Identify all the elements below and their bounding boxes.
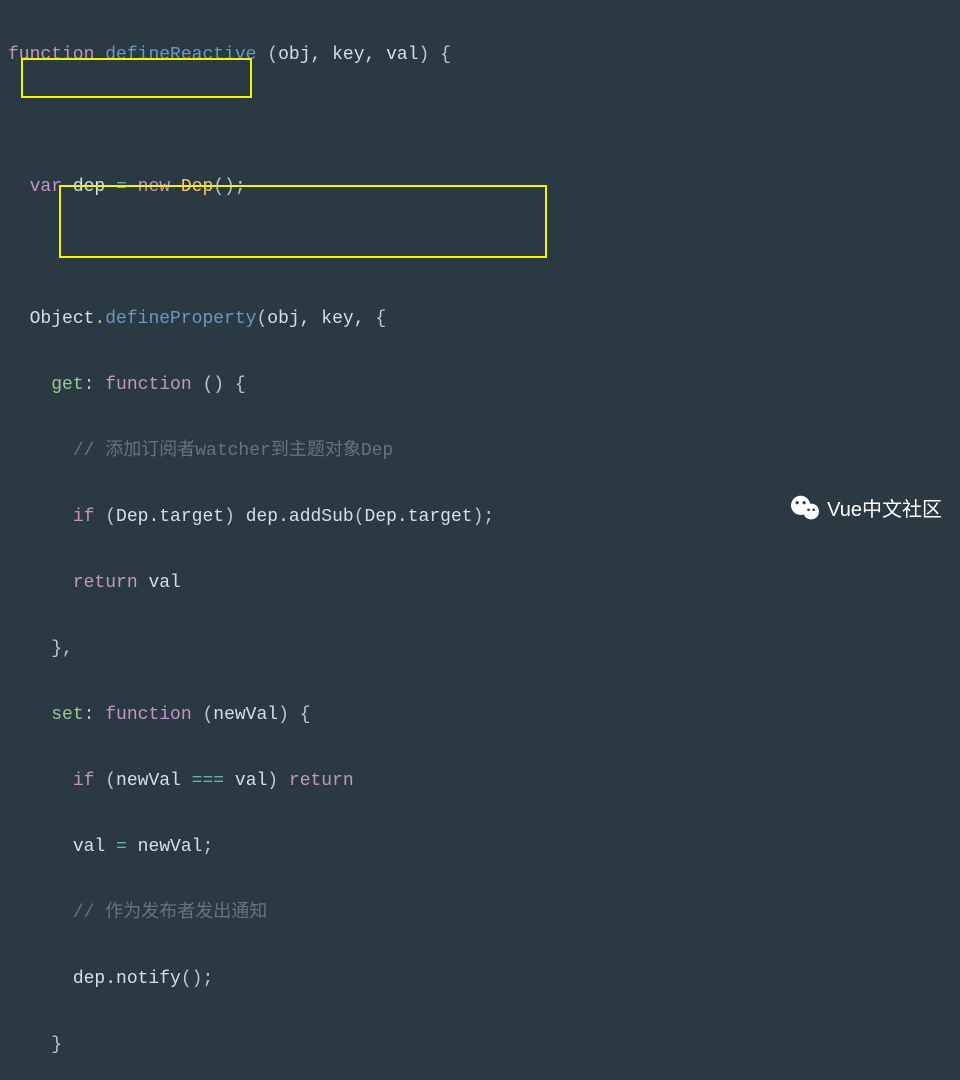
call-addsub: dep.addSub: [246, 507, 354, 527]
code-line-8: if (Dep.target) dep.addSub(Dep.target);: [8, 501, 952, 534]
code-line-14: // 作为发布者发出通知: [8, 897, 952, 930]
operator-assign: =: [116, 177, 127, 197]
code-line-16: }: [8, 1029, 952, 1062]
call-notify: dep.notify: [73, 969, 181, 989]
keyword-return: return: [289, 771, 354, 791]
comment-notify: // 作为发布者发出通知: [73, 903, 267, 923]
operator-assign: =: [116, 837, 127, 857]
ident-val: val: [73, 837, 105, 857]
keyword-new: new: [138, 177, 170, 197]
code-line-3: var dep = new Dep();: [8, 171, 952, 204]
params: obj, key, val: [278, 45, 418, 65]
keyword-var: var: [30, 177, 62, 197]
operator-eq: ===: [192, 771, 224, 791]
arg-dep-target: Dep.target: [365, 507, 473, 527]
code-block: function defineReactive (obj, key, val) …: [0, 0, 960, 1080]
comment-watcher: // 添加订阅者watcher到主题对象Dep: [73, 441, 393, 461]
identifier-object: Object: [30, 309, 95, 329]
ident-newval: newVal: [138, 837, 203, 857]
prop-set: set: [51, 705, 83, 725]
code-line-blank: [8, 105, 952, 138]
keyword-function: function: [105, 375, 191, 395]
code-line-11: set: function (newVal) {: [8, 699, 952, 732]
code-line-9: return val: [8, 567, 952, 600]
args: obj, key,: [267, 309, 375, 329]
cond-dep-target: Dep.target: [116, 507, 224, 527]
code-line-1: function defineReactive (obj, key, val) …: [8, 39, 952, 72]
code-line-12: if (newVal === val) return: [8, 765, 952, 798]
identifier-val: val: [148, 573, 180, 593]
keyword-if: if: [73, 771, 95, 791]
code-line-7: // 添加订阅者watcher到主题对象Dep: [8, 435, 952, 468]
type-dep: Dep: [181, 177, 213, 197]
ident-newval: newVal: [116, 771, 181, 791]
ident-val: val: [235, 771, 267, 791]
prop-get: get: [51, 375, 83, 395]
function-name: defineReactive: [105, 45, 256, 65]
code-line-blank: [8, 237, 952, 270]
keyword-function: function: [105, 705, 191, 725]
keyword-return: return: [73, 573, 138, 593]
param-newval: newVal: [213, 705, 278, 725]
code-line-10: },: [8, 633, 952, 666]
code-line-15: dep.notify();: [8, 963, 952, 996]
keyword-if: if: [73, 507, 95, 527]
code-line-6: get: function () {: [8, 369, 952, 402]
method-defineproperty: defineProperty: [105, 309, 256, 329]
keyword-function: function: [8, 45, 94, 65]
identifier-dep: dep: [73, 177, 105, 197]
code-line-5: Object.defineProperty(obj, key, {: [8, 303, 952, 336]
code-line-13: val = newVal;: [8, 831, 952, 864]
